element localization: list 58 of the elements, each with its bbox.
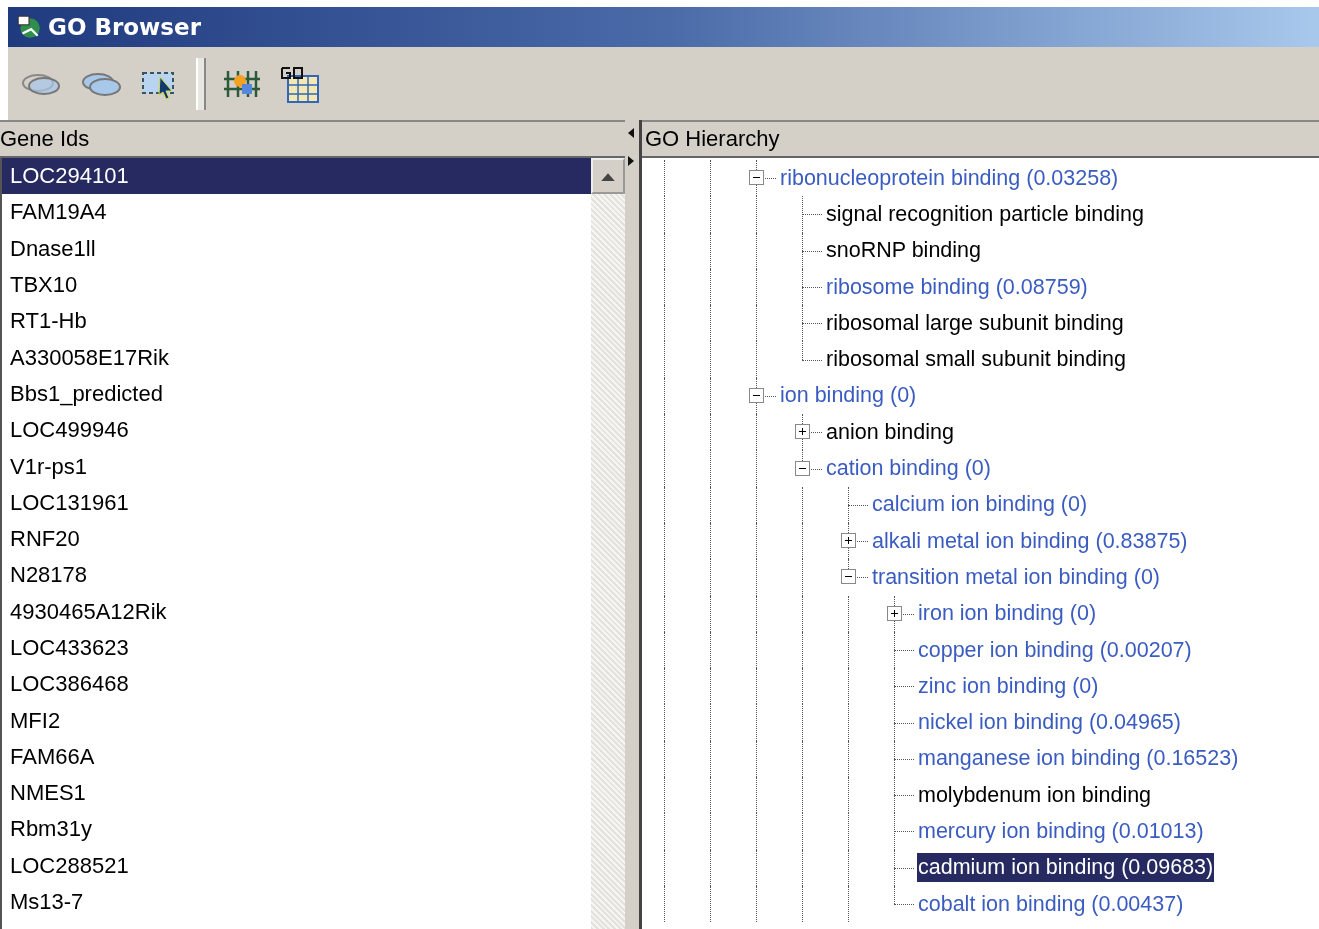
tree-node[interactable]: cadmium ion binding (0.09683) bbox=[917, 853, 1215, 883]
expand-icon[interactable] bbox=[795, 424, 810, 440]
scroll-up-button[interactable] bbox=[591, 158, 625, 194]
gene-item[interactable]: A330058E17Rik bbox=[2, 339, 591, 376]
tree-node[interactable]: ribosome binding (0.08759) bbox=[825, 272, 1089, 302]
tree-node[interactable]: calcium ion binding (0) bbox=[871, 490, 1089, 520]
tree-node[interactable]: ribosomal small subunit binding bbox=[825, 345, 1127, 375]
column-header[interactable]: GO Hierarchy bbox=[642, 120, 1319, 158]
collapse-icon[interactable] bbox=[749, 170, 764, 186]
tree-node[interactable]: snoRNP binding bbox=[825, 236, 982, 266]
window-title: GO Browser bbox=[48, 14, 201, 40]
tree-node[interactable]: anion binding bbox=[825, 417, 955, 447]
gene-item[interactable]: NMES1 bbox=[2, 775, 591, 812]
gene-item[interactable]: Dnase1ll bbox=[2, 230, 591, 267]
expand-icon[interactable] bbox=[887, 605, 902, 621]
tree-node[interactable]: cation binding (0) bbox=[825, 454, 992, 483]
collapse-icon[interactable] bbox=[841, 569, 856, 585]
gene-item[interactable]: RNF20 bbox=[2, 520, 591, 558]
tree-node[interactable]: nickel ion binding (0.04965) bbox=[917, 708, 1182, 738]
gene-item[interactable]: LOC288521 bbox=[2, 847, 591, 884]
expand-icon[interactable] bbox=[841, 533, 856, 549]
gene-item[interactable]: 4930465A12Rik bbox=[2, 593, 591, 630]
gene-item[interactable]: MFI2 bbox=[2, 702, 591, 739]
gene-item[interactable]: TBX10 bbox=[2, 266, 591, 304]
tree-node[interactable]: alkali metal ion binding (0.83875) bbox=[871, 526, 1189, 556]
gene-item[interactable]: LOC131961 bbox=[2, 484, 591, 521]
gene-item[interactable]: Rbm31y bbox=[2, 811, 591, 848]
tree-node[interactable]: mercury ion binding (0.01013) bbox=[917, 817, 1205, 846]
gene-item[interactable]: RT1-Hb bbox=[2, 303, 591, 340]
gene-item[interactable]: LOC433623 bbox=[2, 629, 591, 667]
gene-item[interactable]: V1r-ps1 bbox=[2, 448, 591, 485]
up-arrow-icon bbox=[601, 171, 615, 181]
tree-node[interactable]: molybdenum ion binding bbox=[917, 780, 1153, 810]
tree-node[interactable]: zinc ion binding (0) bbox=[917, 671, 1100, 701]
app-icon bbox=[16, 14, 42, 40]
collapse-icon[interactable] bbox=[749, 387, 764, 403]
gene-item[interactable]: FAM19A4 bbox=[2, 194, 591, 231]
column-header[interactable]: Gene Ids bbox=[0, 120, 625, 158]
gene-item[interactable]: N28178 bbox=[2, 557, 591, 594]
collapse-icon[interactable] bbox=[795, 460, 810, 476]
collapse-left-icon[interactable] bbox=[628, 128, 634, 138]
toolbar-grip bbox=[196, 57, 206, 110]
gene-item[interactable]: LOC294101 bbox=[2, 158, 591, 195]
collapse-right-icon[interactable] bbox=[628, 156, 634, 166]
tree-node[interactable]: ion binding (0) bbox=[779, 381, 918, 411]
tree-node[interactable]: transition metal ion binding (0) bbox=[871, 562, 1161, 592]
gene-item[interactable]: Bbs1_predicted bbox=[2, 375, 591, 413]
tree-node[interactable]: cobalt ion binding (0.00437) bbox=[917, 889, 1185, 919]
tree-node[interactable]: iron ion binding (0) bbox=[917, 599, 1098, 629]
tree-node[interactable]: signal recognition particle binding bbox=[825, 199, 1145, 229]
tree-node[interactable]: manganese ion binding (0.16523) bbox=[917, 744, 1240, 774]
tree-node[interactable]: ribonucleoprotein binding (0.03258) bbox=[779, 163, 1120, 193]
tree-node[interactable]: ribosomal large subunit binding bbox=[825, 308, 1125, 338]
gene-item[interactable]: Ms13-7 bbox=[2, 883, 591, 921]
gene-item[interactable]: LOC499946 bbox=[2, 412, 591, 449]
tree-node[interactable]: copper ion binding (0.00207) bbox=[917, 635, 1193, 665]
gene-item[interactable]: FAM66A bbox=[2, 738, 591, 776]
gene-item[interactable]: LOC386468 bbox=[2, 666, 591, 703]
